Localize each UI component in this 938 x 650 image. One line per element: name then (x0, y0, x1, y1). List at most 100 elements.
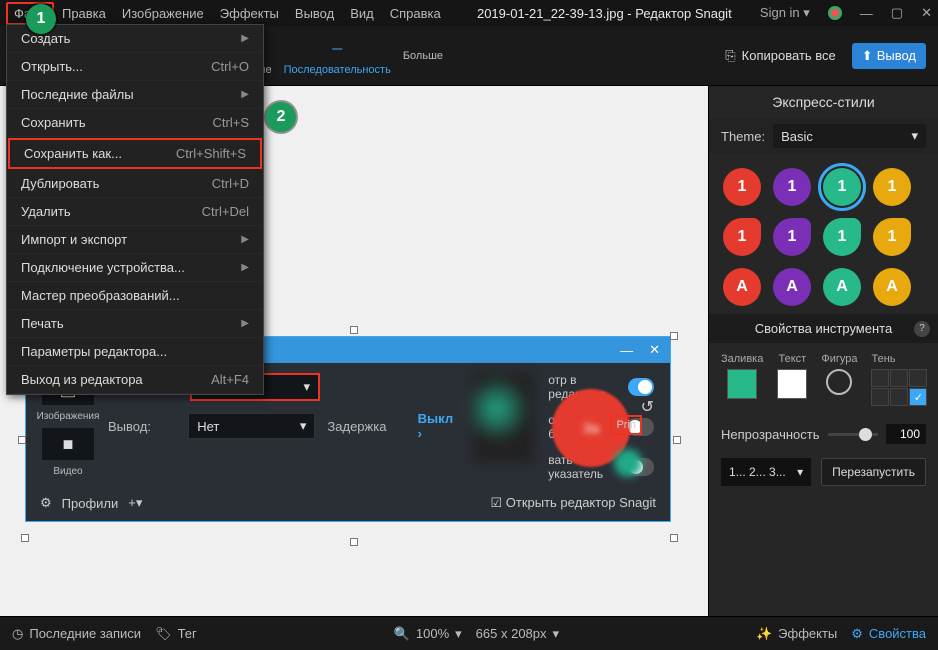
maximize-button[interactable]: ▢ (891, 5, 903, 21)
style-swatch[interactable]: A (873, 268, 911, 306)
menu-view[interactable]: Вид (342, 2, 382, 25)
style-swatch[interactable]: A (773, 268, 811, 306)
dimensions[interactable]: 665 x 208px ▾ (476, 626, 559, 642)
shadow-grid[interactable]: ✓ (871, 369, 927, 406)
tab-image-label: Изображения (37, 411, 100, 422)
capture-minimize[interactable]: — (620, 343, 633, 358)
chevron-down-icon: ▾ (911, 128, 918, 144)
style-swatch[interactable]: A (823, 268, 861, 306)
handle[interactable] (670, 332, 678, 340)
style-swatch[interactable]: 1 (873, 218, 911, 256)
open-editor-link[interactable]: ☑ Открыть редактор Snagit (490, 495, 656, 511)
menu-item[interactable]: ДублироватьCtrl+D (7, 170, 263, 198)
style-swatch[interactable]: 1 (823, 168, 861, 206)
delay-value[interactable]: Выкл › (418, 411, 458, 441)
fill-swatch[interactable] (727, 369, 757, 399)
signin-link[interactable]: Sign in ▾ (760, 5, 810, 21)
menu-output[interactable]: Вывод (287, 2, 342, 25)
properties-button[interactable]: ⚙Свойства (851, 626, 926, 642)
copy-icon: ⎘ (725, 48, 735, 64)
menu-item[interactable]: Подключение устройства...▶ (7, 254, 263, 282)
output-button[interactable]: ⬆Вывод (852, 43, 926, 69)
menu-edit[interactable]: Правка (54, 2, 114, 25)
numbers-dropdown[interactable]: 1... 2... 3...▾ (721, 458, 811, 486)
annotation-2: 2 (266, 102, 296, 132)
tool-sequence[interactable]: ⎯Последовательность (278, 32, 397, 80)
titlebar: Файл Правка Изображение Эффекты Вывод Ви… (0, 0, 938, 26)
menubar: Файл Правка Изображение Эффекты Вывод Ви… (6, 2, 449, 25)
zoom-control[interactable]: 🔍100% ▾ (394, 626, 462, 642)
capture-close[interactable]: ✕ (649, 342, 660, 358)
opacity-slider[interactable] (828, 433, 878, 436)
menu-item[interactable]: Последние файлы▶ (7, 81, 263, 109)
menu-item[interactable]: Открыть...Ctrl+O (7, 53, 263, 81)
text-swatch[interactable] (777, 369, 807, 399)
undo-icon[interactable]: ↺ (641, 397, 654, 417)
style-swatch[interactable]: 1 (873, 168, 911, 206)
tag-button[interactable]: 🏷Тег (155, 626, 197, 642)
gear-icon: ⚙ (851, 626, 863, 642)
menu-item[interactable]: СохранитьCtrl+S (7, 109, 263, 137)
handle[interactable] (18, 436, 26, 444)
menu-item[interactable]: Выход из редактораAlt+F4 (7, 366, 263, 394)
menu-image[interactable]: Изображение (114, 2, 212, 25)
menu-item[interactable]: Сохранить как...Ctrl+Shift+S (8, 138, 262, 169)
blur-dot (614, 449, 642, 477)
tab-video[interactable]: ■ (42, 428, 94, 460)
menu-item[interactable]: Импорт и экспорт▶ (7, 226, 263, 254)
handle[interactable] (350, 326, 358, 334)
menu-item[interactable]: Мастер преобразований... (7, 282, 263, 310)
shape-label: Фигура (821, 353, 857, 365)
style-swatch[interactable]: 1 (723, 168, 761, 206)
chevron-down-icon: ▾ (797, 465, 803, 479)
style-swatch[interactable]: 1 (723, 218, 761, 256)
restart-button[interactable]: Перезапустить (821, 458, 926, 486)
window-controls: Sign in ▾ — ▢ ✕ (760, 5, 932, 21)
style-swatch[interactable]: 1 (773, 218, 811, 256)
add-profile[interactable]: +▾ (128, 495, 142, 511)
avatar[interactable] (828, 6, 842, 20)
handle[interactable] (670, 534, 678, 542)
close-button[interactable]: ✕ (921, 5, 932, 21)
menu-item[interactable]: УдалитьCtrl+Del (7, 198, 263, 226)
annotation-1: 1 (26, 4, 56, 34)
style-swatch[interactable]: A (723, 268, 761, 306)
effects-button[interactable]: ✨Эффекты (756, 626, 837, 642)
theme-dropdown[interactable]: Basic▾ (773, 124, 926, 148)
props-title: Свойства инструмента? (709, 314, 938, 343)
opacity-value[interactable]: 100 (886, 424, 926, 444)
opacity-label: Непрозрачность (721, 427, 820, 442)
menu-help[interactable]: Справка (382, 2, 449, 25)
style-grid: 11111111AAAA (709, 154, 938, 314)
print-hotkey: Prin (610, 415, 642, 435)
style-swatch[interactable]: 1 (773, 168, 811, 206)
chevron-down-icon: ▾ (303, 379, 310, 395)
output-dropdown[interactable]: Нет▾ (188, 413, 315, 439)
profiles-label[interactable]: Профили (62, 496, 119, 511)
recent-button[interactable]: ◷Последние записи (12, 626, 141, 642)
window-title: 2019-01-21_22-39-13.jpg - Редактор Snagi… (449, 6, 760, 21)
wand-icon: ✨ (756, 626, 772, 642)
minimize-button[interactable]: — (860, 6, 873, 21)
delay-label: Задержка (327, 419, 386, 434)
tag-icon: 🏷 (155, 626, 172, 642)
menu-item[interactable]: Печать▶ (7, 310, 263, 338)
shadow-label: Тень (871, 353, 895, 365)
text-label: Текст (778, 353, 806, 365)
copy-all-button[interactable]: ⎘Копировать все (715, 42, 846, 70)
menu-effects[interactable]: Эффекты (212, 2, 287, 25)
upload-icon: ⬆ (862, 48, 873, 64)
style-swatch[interactable]: 1 (823, 218, 861, 256)
toggle-editor[interactable] (628, 378, 654, 396)
shape-ring[interactable] (826, 369, 852, 395)
gear-icon[interactable]: ⚙ (40, 495, 52, 511)
handle[interactable] (21, 534, 29, 542)
styles-title: Экспресс-стили (709, 86, 938, 118)
tool-more[interactable]: Больше (397, 46, 449, 66)
help-icon[interactable]: ? (914, 321, 930, 337)
fill-label: Заливка (721, 353, 763, 365)
menu-item[interactable]: Параметры редактора... (7, 338, 263, 366)
handle[interactable] (350, 538, 358, 546)
file-menu-dropdown: Создать▶Открыть...Ctrl+OПоследние файлы▶… (6, 24, 264, 395)
handle[interactable] (673, 436, 681, 444)
